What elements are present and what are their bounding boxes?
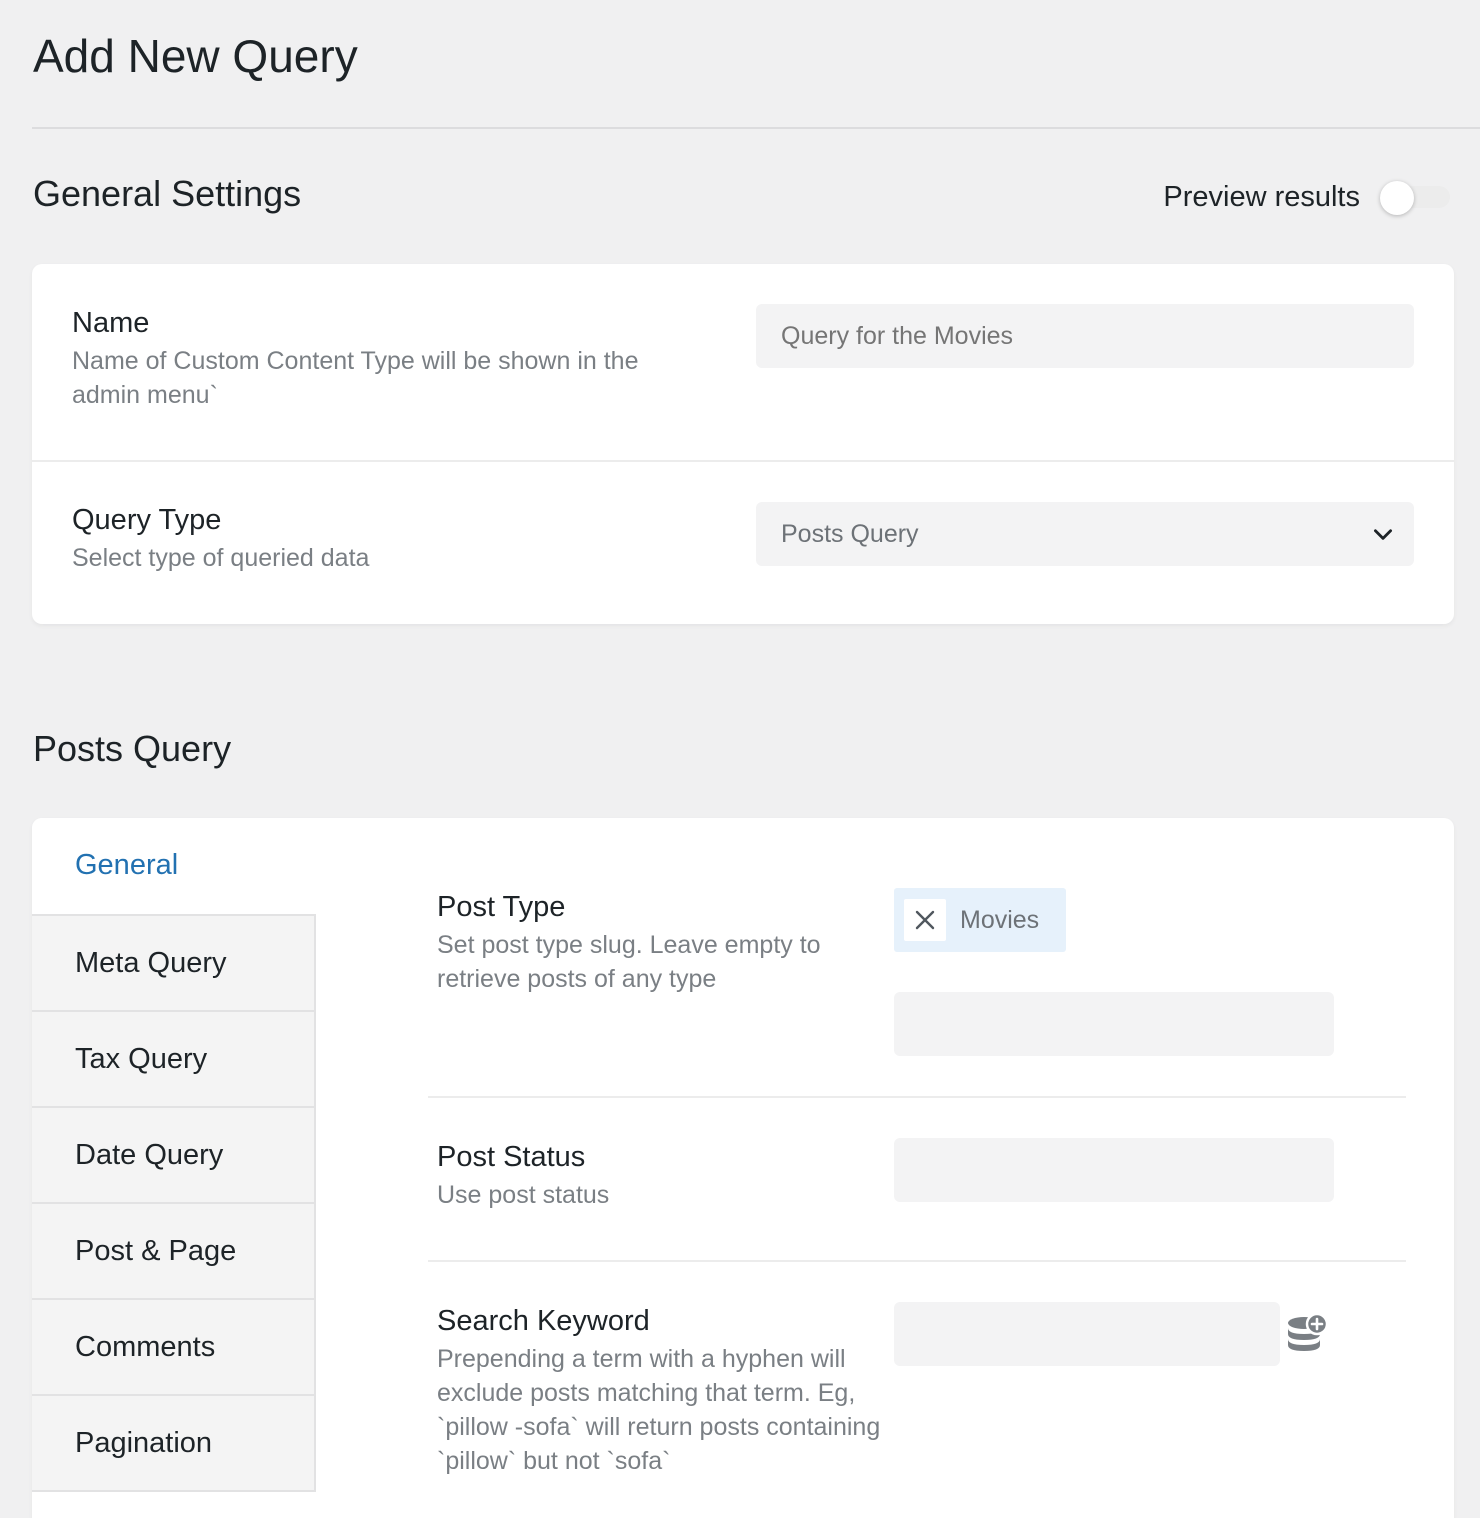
search-keyword-label: Search Keyword <box>437 1305 650 1337</box>
toggle-knob <box>1380 181 1414 215</box>
page-title: Add New Query <box>33 30 358 82</box>
post-type-description: Set post type slug. Leave empty to retri… <box>437 931 821 993</box>
remove-chip-button[interactable] <box>904 899 946 941</box>
field-divider <box>428 1260 1406 1262</box>
query-type-selected-value: Posts Query <box>781 519 919 548</box>
posts-query-title: Posts Query <box>33 728 232 769</box>
post-type-input[interactable] <box>894 992 1334 1056</box>
post-type-chip-label: Movies <box>960 905 1040 934</box>
preview-results-toggle[interactable] <box>1380 181 1452 215</box>
preview-results: Preview results <box>1163 176 1452 218</box>
post-status-label: Post Status <box>437 1141 586 1173</box>
tab-date-query[interactable]: Date Query <box>32 1108 316 1204</box>
name-input[interactable] <box>756 304 1414 368</box>
general-settings-card: Name Name of Custom Content Type will be… <box>32 264 1454 624</box>
tab-general[interactable]: General <box>32 818 316 916</box>
close-icon <box>915 910 935 930</box>
database-plus-icon[interactable] <box>1286 1312 1328 1356</box>
tab-meta-query[interactable]: Meta Query <box>32 916 316 1012</box>
post-status-description: Use post status <box>437 1181 610 1209</box>
field-divider <box>428 1096 1406 1098</box>
query-type-field-row: Query Type Select type of queried data P… <box>32 462 1454 624</box>
preview-results-label: Preview results <box>1163 180 1360 213</box>
query-type-description: Select type of queried data <box>72 544 370 572</box>
name-description: Name of Custom Content Type will be show… <box>72 347 639 409</box>
posts-query-tabs: General Meta Query Tax Query Date Query … <box>32 818 316 1492</box>
general-settings-title: General Settings <box>33 173 302 214</box>
search-keyword-input[interactable] <box>894 1302 1280 1366</box>
name-field-row: Name Name of Custom Content Type will be… <box>32 264 1454 462</box>
post-type-label: Post Type <box>437 891 566 923</box>
post-type-chip: Movies <box>894 888 1066 952</box>
tab-pagination[interactable]: Pagination <box>32 1396 316 1492</box>
title-divider <box>32 127 1480 129</box>
posts-query-card: General Meta Query Tax Query Date Query … <box>32 818 1454 1518</box>
tab-comments[interactable]: Comments <box>32 1300 316 1396</box>
query-type-label: Query Type <box>72 504 222 536</box>
chevron-down-icon <box>1374 529 1392 540</box>
search-keyword-description: Prepending a term with a hyphen will exc… <box>437 1345 881 1475</box>
tab-tax-query[interactable]: Tax Query <box>32 1012 316 1108</box>
query-type-select[interactable]: Posts Query <box>756 502 1414 566</box>
post-status-select[interactable] <box>894 1138 1334 1202</box>
name-label: Name <box>72 307 150 339</box>
tab-post-page[interactable]: Post & Page <box>32 1204 316 1300</box>
